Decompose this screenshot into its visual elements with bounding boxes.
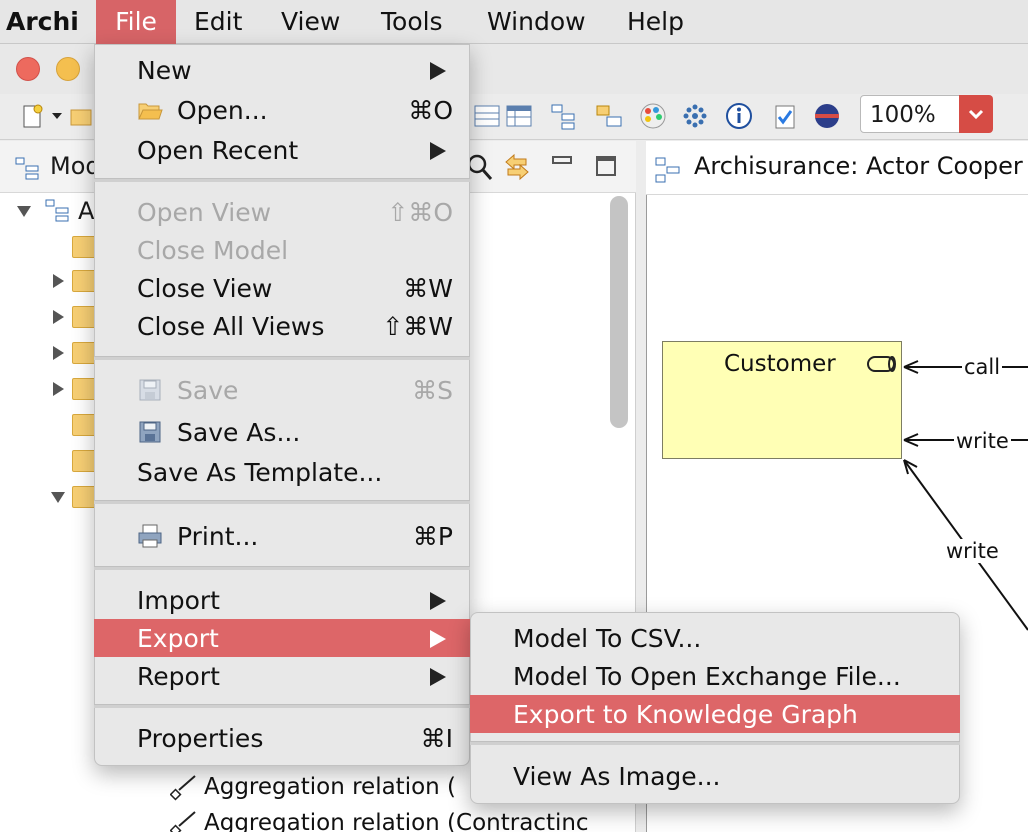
submenu-arrow-icon (430, 630, 446, 648)
write-relation-label: write (954, 429, 1011, 453)
tree-folder-8[interactable] (50, 482, 98, 512)
menu-item-report[interactable]: Report (94, 657, 470, 695)
write-relation-label-2: write (944, 539, 1001, 563)
close-window-button[interactable] (16, 57, 40, 81)
submenu-arrow-icon (430, 668, 446, 686)
menu-item-save-as[interactable]: Save As... (94, 413, 470, 451)
aggregation-relation-icon (170, 775, 196, 801)
tree-folder-2[interactable] (50, 266, 98, 296)
printer-icon (138, 524, 162, 548)
submenu-arrow-icon (430, 62, 446, 80)
menu-item-open[interactable]: Open... ⌘O (94, 91, 470, 129)
submenu-item-export-knowledge-graph[interactable]: Export to Knowledge Graph (470, 695, 960, 733)
zoom-dropdown-chevron-icon[interactable] (959, 95, 993, 133)
model-tree-icon (14, 156, 42, 182)
submenu-arrow-icon (430, 142, 446, 160)
open-folder-icon (138, 103, 163, 120)
menu-tools[interactable]: Tools (381, 0, 443, 44)
relation-label: Aggregation relation ( (204, 774, 457, 800)
expand-arrow-icon[interactable] (50, 273, 66, 289)
zoom-combo[interactable]: 100% (860, 95, 960, 133)
menu-item-close-all-views[interactable]: Close All Views ⇧⌘W (94, 307, 470, 345)
menu-separator (94, 356, 470, 360)
menu-item-export[interactable]: Export (94, 619, 470, 657)
minimize-window-button[interactable] (56, 57, 80, 81)
submenu-item-open-exchange-file[interactable]: Model To Open Exchange File... (470, 657, 960, 695)
menu-separator (94, 178, 470, 182)
sphere-icon[interactable] (810, 99, 844, 133)
navigator-icon[interactable] (592, 99, 626, 133)
palette-icon[interactable] (636, 99, 670, 133)
menu-item-new[interactable]: New (94, 51, 470, 89)
menu-view[interactable]: View (281, 0, 340, 44)
diagram-view-icon (654, 156, 682, 184)
save-disk-icon (139, 379, 161, 401)
tree-folder-3[interactable] (50, 302, 98, 332)
call-relation-label: call (962, 355, 1003, 379)
menu-item-save: Save ⌘S (94, 371, 470, 409)
menu-separator (94, 704, 470, 708)
menu-item-print[interactable]: Print... ⌘P (94, 517, 470, 555)
menu-separator (470, 741, 960, 745)
collapse-arrow-icon[interactable] (50, 489, 66, 505)
submenu-arrow-icon (430, 592, 446, 610)
expand-arrow-icon[interactable] (50, 345, 66, 361)
menu-item-open-view: Open View ⇧⌘O (137, 198, 453, 227)
info-icon[interactable] (722, 99, 756, 133)
tree-row-relation-2[interactable]: Aggregation relation (Contractinc (170, 806, 589, 832)
tree-root-label: A (78, 197, 95, 225)
tree-row-root[interactable]: A (16, 196, 94, 226)
menu-item-close-model: Close Model (137, 236, 289, 265)
menu-item-open-recent[interactable]: Open Recent (94, 131, 470, 169)
diagram-connections (903, 360, 1028, 631)
menu-item-close-view[interactable]: Close View ⌘W (94, 269, 470, 307)
table-view-icon[interactable] (502, 99, 536, 133)
menu-separator (94, 566, 470, 570)
link-to-editor-icon[interactable] (500, 150, 534, 184)
menu-window[interactable]: Window (487, 0, 586, 44)
model-icon (44, 198, 70, 224)
expand-arrow-icon[interactable] (50, 309, 66, 325)
tree-folder-5[interactable] (50, 374, 98, 404)
menu-item-save-as-template[interactable]: Save As Template... (94, 453, 470, 491)
open-folder-icon[interactable] (68, 99, 94, 133)
outline-icon[interactable] (546, 99, 580, 133)
tree-view-icon[interactable] (470, 99, 504, 133)
menu-item-properties[interactable]: Properties ⌘I (94, 719, 470, 757)
menu-bar: Archi File Edit View Tools Window Help (0, 0, 1028, 44)
menu-help[interactable]: Help (627, 0, 684, 44)
submenu-item-model-to-csv[interactable]: Model To CSV... (470, 619, 960, 657)
aggregation-relation-icon (170, 811, 196, 832)
minimize-panel-icon[interactable] (552, 156, 572, 164)
validator-icon[interactable] (768, 99, 802, 133)
menu-app-archi[interactable]: Archi (6, 0, 79, 44)
search-icon[interactable] (466, 152, 494, 182)
viewpoint-icon[interactable] (678, 99, 712, 133)
menu-edit[interactable]: Edit (194, 0, 242, 44)
tree-folder-4[interactable] (50, 338, 98, 368)
diagram-title: Archisurance: Actor Cooper (694, 152, 1023, 180)
maximize-panel-icon[interactable] (596, 156, 616, 176)
relation-label: Aggregation relation (Contractinc (204, 810, 589, 832)
tree-row-relation-1[interactable]: Aggregation relation ( (170, 770, 456, 804)
tree-scrollbar[interactable] (610, 196, 628, 428)
menu-file[interactable]: File (96, 0, 176, 44)
expand-arrow-icon[interactable] (50, 381, 66, 397)
menu-separator (94, 500, 470, 504)
save-as-disk-icon (139, 421, 161, 443)
new-dropdown-icon[interactable] (48, 99, 66, 133)
menu-item-import[interactable]: Import (94, 581, 470, 619)
new-file-icon[interactable] (16, 99, 50, 133)
submenu-item-view-as-image[interactable]: View As Image... (470, 757, 960, 795)
